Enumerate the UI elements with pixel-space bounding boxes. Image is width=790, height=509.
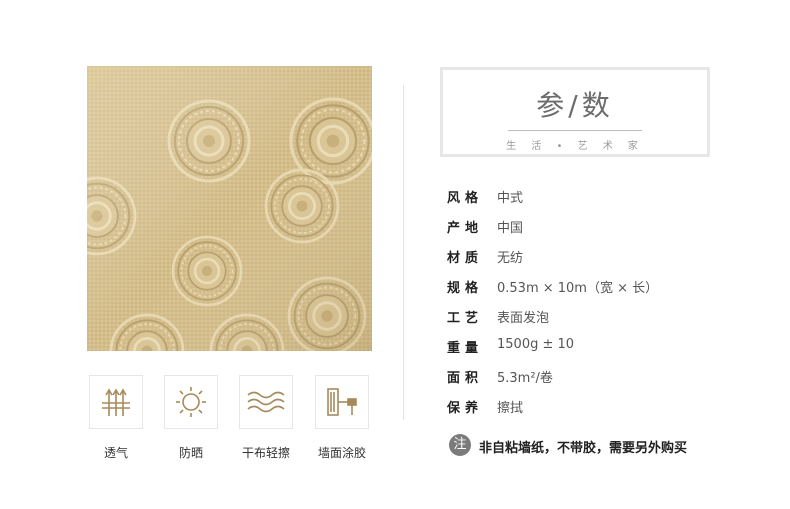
spec-value: 无纺 (497, 251, 524, 266)
note-text: 非自粘墙纸，不带胶，需要另外购买 (479, 441, 688, 456)
spec-key: 面积 (447, 371, 484, 386)
spec-value: 中式 (497, 191, 524, 206)
feature-label: 透气 (103, 446, 129, 460)
spec-key: 工艺 (447, 311, 484, 326)
spec-key: 重量 (447, 341, 484, 356)
spec-row-weight: 重量 1500g ± 10 (447, 337, 747, 357)
spec-key: 风格 (447, 191, 484, 206)
feature-label: 墙面涂胶 (317, 446, 367, 460)
spec-row-craft: 工艺 表面发泡 (447, 307, 747, 327)
spec-row-material: 材质 无纺 (447, 247, 747, 267)
note-badge: 注 (449, 434, 471, 456)
feature-dry-wipe: 干布轻擦 (239, 375, 293, 460)
spec-key: 保养 (447, 401, 484, 416)
breathable-icon (89, 375, 143, 429)
spec-value: 表面发泡 (497, 311, 550, 326)
spec-row-size: 规格 0.53m × 10m（宽 × 长） (447, 277, 747, 297)
spec-key: 产地 (447, 221, 484, 236)
spec-row-style: 风格 中式 (447, 187, 747, 207)
feature-sunproof: 防晒 (164, 375, 218, 460)
page-subtitle: 生 活 • 艺 术 家 (506, 141, 644, 152)
title-divider (508, 130, 642, 131)
feature-label: 防晒 (178, 446, 204, 460)
paint-roller-icon (315, 375, 369, 429)
feature-label: 干布轻擦 (241, 446, 291, 460)
spec-value: 1500g ± 10 (497, 337, 575, 352)
spec-key: 材质 (447, 251, 484, 266)
spec-row-origin: 产地 中国 (447, 217, 747, 237)
feature-breathable: 透气 (89, 375, 143, 460)
title-box: 参/数 生 活 • 艺 术 家 (440, 67, 710, 157)
wave-icon (239, 375, 293, 429)
spec-value: 中国 (497, 221, 524, 236)
spec-key: 规格 (447, 281, 484, 296)
divider (403, 85, 404, 420)
spec-value: 5.3m²/卷 (497, 371, 553, 386)
wallpaper-sample-image (87, 66, 372, 351)
sun-icon (164, 375, 218, 429)
spec-row-area: 面积 5.3m²/卷 (447, 367, 747, 387)
page-title: 参/数 (536, 89, 614, 122)
spec-value: 擦拭 (497, 401, 524, 416)
spec-row-care: 保养 擦拭 (447, 397, 747, 417)
spec-value: 0.53m × 10m（宽 × 长） (497, 281, 659, 296)
feature-wall-glue: 墙面涂胶 (315, 375, 369, 460)
